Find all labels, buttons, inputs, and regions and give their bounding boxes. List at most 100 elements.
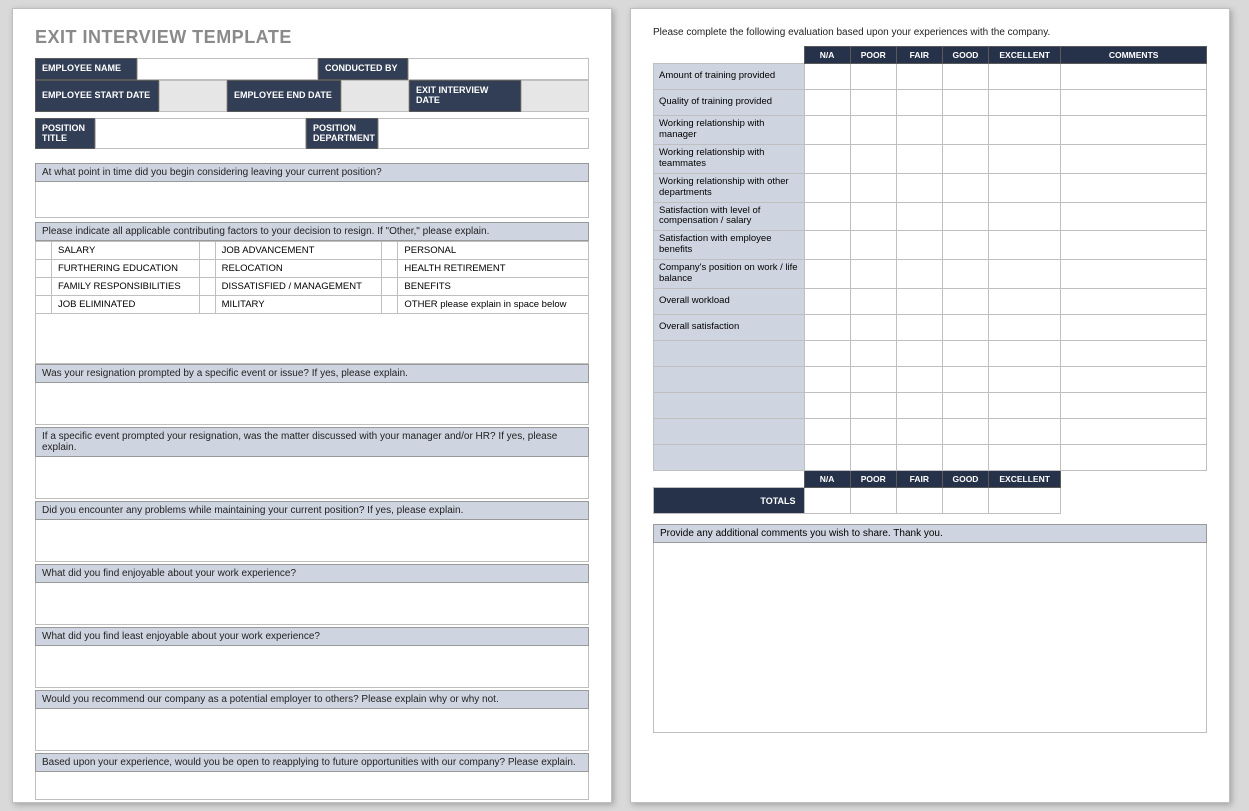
answer-1[interactable]: [35, 182, 589, 218]
eval-rating-cell[interactable]: [804, 260, 850, 289]
eval-rating-cell[interactable]: [942, 231, 988, 260]
factor-checkbox[interactable]: [199, 242, 215, 260]
eval-rating-cell[interactable]: [942, 419, 988, 445]
eval-rating-cell[interactable]: [804, 367, 850, 393]
answer-3[interactable]: [35, 383, 589, 425]
factor-checkbox[interactable]: [36, 278, 52, 296]
eval-rating-cell[interactable]: [896, 231, 942, 260]
answer-4[interactable]: [35, 457, 589, 499]
eval-rating-cell[interactable]: [942, 144, 988, 173]
eval-rating-cell[interactable]: [896, 419, 942, 445]
eval-rating-cell[interactable]: [850, 367, 896, 393]
eval-rating-cell[interactable]: [989, 231, 1061, 260]
answer-5[interactable]: [35, 520, 589, 562]
eval-rating-cell[interactable]: [989, 90, 1061, 116]
factor-checkbox[interactable]: [382, 260, 398, 278]
eval-rating-cell[interactable]: [804, 289, 850, 315]
eval-rating-cell[interactable]: [850, 116, 896, 145]
eval-rating-cell[interactable]: [804, 445, 850, 471]
eval-rating-cell[interactable]: [850, 231, 896, 260]
eval-rating-cell[interactable]: [942, 202, 988, 231]
eval-rating-cell[interactable]: [989, 341, 1061, 367]
eval-rating-cell[interactable]: [850, 393, 896, 419]
eval-rating-cell[interactable]: [942, 393, 988, 419]
field-employee-name[interactable]: [137, 58, 318, 80]
field-conducted-by[interactable]: [408, 58, 589, 80]
eval-rating-cell[interactable]: [942, 315, 988, 341]
eval-rating-cell[interactable]: [850, 202, 896, 231]
eval-rating-cell[interactable]: [942, 173, 988, 202]
eval-rating-cell[interactable]: [989, 173, 1061, 202]
eval-comment-cell[interactable]: [1061, 90, 1207, 116]
eval-rating-cell[interactable]: [804, 393, 850, 419]
eval-rating-cell[interactable]: [989, 116, 1061, 145]
eval-rating-cell[interactable]: [804, 202, 850, 231]
factor-checkbox[interactable]: [382, 242, 398, 260]
eval-rating-cell[interactable]: [896, 260, 942, 289]
eval-rating-cell[interactable]: [896, 367, 942, 393]
eval-rating-cell[interactable]: [942, 64, 988, 90]
eval-rating-cell[interactable]: [942, 90, 988, 116]
eval-comment-cell[interactable]: [1061, 231, 1207, 260]
field-position-title[interactable]: [95, 118, 306, 150]
eval-rating-cell[interactable]: [804, 64, 850, 90]
eval-rating-cell[interactable]: [896, 341, 942, 367]
eval-rating-cell[interactable]: [989, 260, 1061, 289]
factor-checkbox[interactable]: [199, 260, 215, 278]
eval-rating-cell[interactable]: [804, 341, 850, 367]
eval-rating-cell[interactable]: [942, 367, 988, 393]
field-end-date[interactable]: [341, 80, 409, 112]
eval-rating-cell[interactable]: [989, 367, 1061, 393]
factor-checkbox[interactable]: [199, 278, 215, 296]
factor-checkbox[interactable]: [382, 278, 398, 296]
eval-rating-cell[interactable]: [804, 144, 850, 173]
factor-checkbox[interactable]: [36, 242, 52, 260]
eval-comment-cell[interactable]: [1061, 315, 1207, 341]
eval-rating-cell[interactable]: [850, 260, 896, 289]
eval-rating-cell[interactable]: [804, 116, 850, 145]
eval-rating-cell[interactable]: [850, 64, 896, 90]
answer-7[interactable]: [35, 646, 589, 688]
eval-rating-cell[interactable]: [850, 144, 896, 173]
eval-comment-cell[interactable]: [1061, 445, 1207, 471]
eval-rating-cell[interactable]: [804, 315, 850, 341]
eval-rating-cell[interactable]: [896, 445, 942, 471]
answer-6[interactable]: [35, 583, 589, 625]
eval-rating-cell[interactable]: [989, 289, 1061, 315]
eval-comment-cell[interactable]: [1061, 419, 1207, 445]
additional-comments-box[interactable]: [653, 543, 1207, 733]
eval-comment-cell[interactable]: [1061, 173, 1207, 202]
eval-rating-cell[interactable]: [942, 341, 988, 367]
eval-rating-cell[interactable]: [989, 202, 1061, 231]
eval-rating-cell[interactable]: [804, 173, 850, 202]
eval-rating-cell[interactable]: [942, 260, 988, 289]
eval-rating-cell[interactable]: [989, 419, 1061, 445]
eval-rating-cell[interactable]: [896, 202, 942, 231]
eval-comment-cell[interactable]: [1061, 289, 1207, 315]
field-interview-date[interactable]: [521, 80, 589, 112]
factor-checkbox[interactable]: [382, 296, 398, 314]
eval-rating-cell[interactable]: [896, 90, 942, 116]
eval-rating-cell[interactable]: [896, 315, 942, 341]
eval-rating-cell[interactable]: [896, 393, 942, 419]
eval-rating-cell[interactable]: [804, 231, 850, 260]
factor-checkbox[interactable]: [36, 296, 52, 314]
eval-comment-cell[interactable]: [1061, 116, 1207, 145]
eval-rating-cell[interactable]: [850, 315, 896, 341]
eval-rating-cell[interactable]: [942, 445, 988, 471]
field-start-date[interactable]: [159, 80, 227, 112]
eval-rating-cell[interactable]: [989, 445, 1061, 471]
eval-rating-cell[interactable]: [942, 116, 988, 145]
eval-comment-cell[interactable]: [1061, 64, 1207, 90]
eval-rating-cell[interactable]: [896, 64, 942, 90]
eval-rating-cell[interactable]: [896, 116, 942, 145]
answer-8[interactable]: [35, 709, 589, 751]
eval-rating-cell[interactable]: [989, 144, 1061, 173]
eval-rating-cell[interactable]: [989, 64, 1061, 90]
eval-comment-cell[interactable]: [1061, 341, 1207, 367]
eval-rating-cell[interactable]: [850, 289, 896, 315]
eval-comment-cell[interactable]: [1061, 202, 1207, 231]
answer-9[interactable]: [35, 772, 589, 800]
eval-comment-cell[interactable]: [1061, 144, 1207, 173]
eval-rating-cell[interactable]: [850, 419, 896, 445]
